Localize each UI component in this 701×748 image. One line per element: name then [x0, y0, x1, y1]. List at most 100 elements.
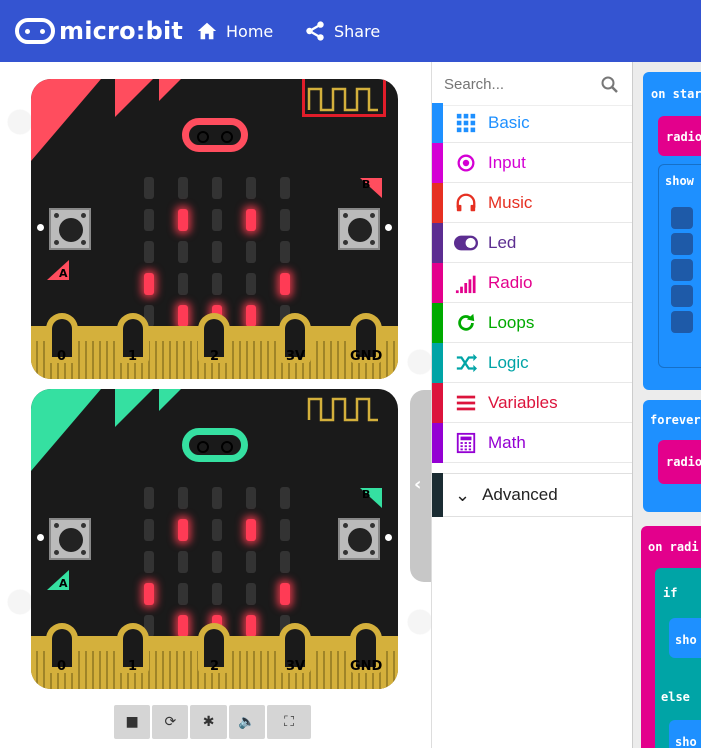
led[interactable]: [212, 241, 222, 263]
category-logic[interactable]: Logic: [432, 342, 633, 383]
microbit-logo[interactable]: micro:bit: [15, 14, 185, 48]
led-slot[interactable]: [671, 311, 693, 333]
led[interactable]: [178, 615, 188, 637]
led[interactable]: [246, 305, 256, 327]
share-label: Share: [334, 21, 381, 41]
led[interactable]: [212, 519, 222, 541]
simulator-toolbar: ■ ⟳ ✱ 🔈 ⛶: [114, 705, 311, 741]
stop-button[interactable]: ■: [114, 705, 151, 739]
led[interactable]: [212, 273, 222, 295]
microbit-board-red[interactable]: A B 0 1 2 3V GND: [31, 79, 398, 379]
led[interactable]: [246, 583, 256, 605]
led[interactable]: [280, 583, 290, 605]
led[interactable]: [280, 551, 290, 573]
led[interactable]: [178, 583, 188, 605]
led[interactable]: [246, 551, 256, 573]
led-slot[interactable]: [671, 207, 693, 229]
chevron-left-icon: ‹: [414, 474, 422, 495]
top-header: micro:bit Home Share: [0, 0, 701, 62]
led[interactable]: [178, 241, 188, 263]
category-music[interactable]: Music: [432, 182, 633, 223]
home-button[interactable]: Home: [196, 18, 273, 44]
led[interactable]: [144, 177, 154, 199]
led[interactable]: [144, 487, 154, 509]
led[interactable]: [246, 177, 256, 199]
led[interactable]: [280, 241, 290, 263]
advanced-color-bar: [432, 473, 443, 517]
sound-button[interactable]: 🔈: [228, 705, 265, 739]
category-input[interactable]: Input: [432, 142, 633, 183]
led[interactable]: [280, 273, 290, 295]
led[interactable]: [178, 273, 188, 295]
collapse-simulator-button[interactable]: ‹: [410, 390, 431, 582]
led[interactable]: [144, 519, 154, 541]
waveform-icon[interactable]: [307, 396, 380, 422]
forever-label: forever: [650, 413, 701, 427]
led[interactable]: [212, 551, 222, 573]
led[interactable]: [246, 519, 256, 541]
debug-button[interactable]: ✱: [190, 705, 227, 739]
button-b[interactable]: [338, 208, 380, 250]
led[interactable]: [178, 177, 188, 199]
share-button[interactable]: Share: [304, 18, 380, 44]
led[interactable]: [144, 583, 154, 605]
led[interactable]: [178, 519, 188, 541]
category-radio[interactable]: Radio: [432, 262, 633, 303]
on-start-block[interactable]: on star radio show: [643, 72, 701, 390]
show-block-2[interactable]: sho: [669, 720, 701, 748]
button-a[interactable]: [49, 208, 91, 250]
button-a[interactable]: [49, 518, 91, 560]
show-block-1[interactable]: sho: [669, 618, 701, 658]
category-math[interactable]: Math: [432, 422, 633, 463]
on-radio-received-block[interactable]: on radi if sho else sho: [641, 526, 701, 748]
search-input[interactable]: [444, 72, 604, 96]
led[interactable]: [212, 177, 222, 199]
led[interactable]: [144, 551, 154, 573]
radio-block-2[interactable]: radio: [658, 440, 701, 484]
led[interactable]: [246, 273, 256, 295]
led[interactable]: [246, 487, 256, 509]
category-basic[interactable]: Basic: [432, 102, 633, 143]
if-block[interactable]: if sho else sho: [655, 568, 701, 748]
microbit-face-logo[interactable]: [182, 118, 248, 152]
on-start-label: on star: [651, 87, 701, 101]
led[interactable]: [246, 209, 256, 231]
led[interactable]: [144, 273, 154, 295]
radio-block[interactable]: radio: [658, 116, 701, 156]
led[interactable]: [246, 615, 256, 637]
led[interactable]: [280, 519, 290, 541]
led-slot[interactable]: [671, 259, 693, 281]
restart-button[interactable]: ⟳: [152, 705, 189, 739]
led[interactable]: [178, 551, 188, 573]
category-variables[interactable]: Variables: [432, 382, 633, 423]
pin-label: 3V: [286, 349, 306, 364]
led[interactable]: [144, 209, 154, 231]
category-loops[interactable]: Loops: [432, 302, 633, 343]
microbit-face-logo[interactable]: [182, 428, 248, 462]
led[interactable]: [212, 209, 222, 231]
category-led[interactable]: Led: [432, 222, 633, 263]
button-a-dot: [37, 534, 44, 541]
button-b[interactable]: [338, 518, 380, 560]
led[interactable]: [178, 305, 188, 327]
led-slot[interactable]: [671, 285, 693, 307]
led[interactable]: [246, 241, 256, 263]
advanced-category[interactable]: ⌄ Advanced: [432, 473, 633, 517]
led-slot[interactable]: [671, 233, 693, 255]
led[interactable]: [144, 241, 154, 263]
show-leds-block[interactable]: show: [658, 164, 701, 368]
restart-icon: ⟳: [164, 714, 177, 730]
led[interactable]: [178, 209, 188, 231]
search-icon[interactable]: [600, 75, 620, 95]
led[interactable]: [280, 209, 290, 231]
microbit-board-green[interactable]: A B 0 1 2 3V GND: [31, 389, 398, 689]
fullscreen-button[interactable]: ⛶: [266, 705, 311, 739]
led[interactable]: [212, 583, 222, 605]
forever-block[interactable]: forever radio: [643, 400, 701, 512]
block-workspace[interactable]: on star radio show forever radio on radi…: [632, 62, 701, 748]
led[interactable]: [178, 487, 188, 509]
led[interactable]: [280, 177, 290, 199]
category-label: Radio: [488, 272, 533, 292]
led[interactable]: [212, 487, 222, 509]
led[interactable]: [280, 487, 290, 509]
